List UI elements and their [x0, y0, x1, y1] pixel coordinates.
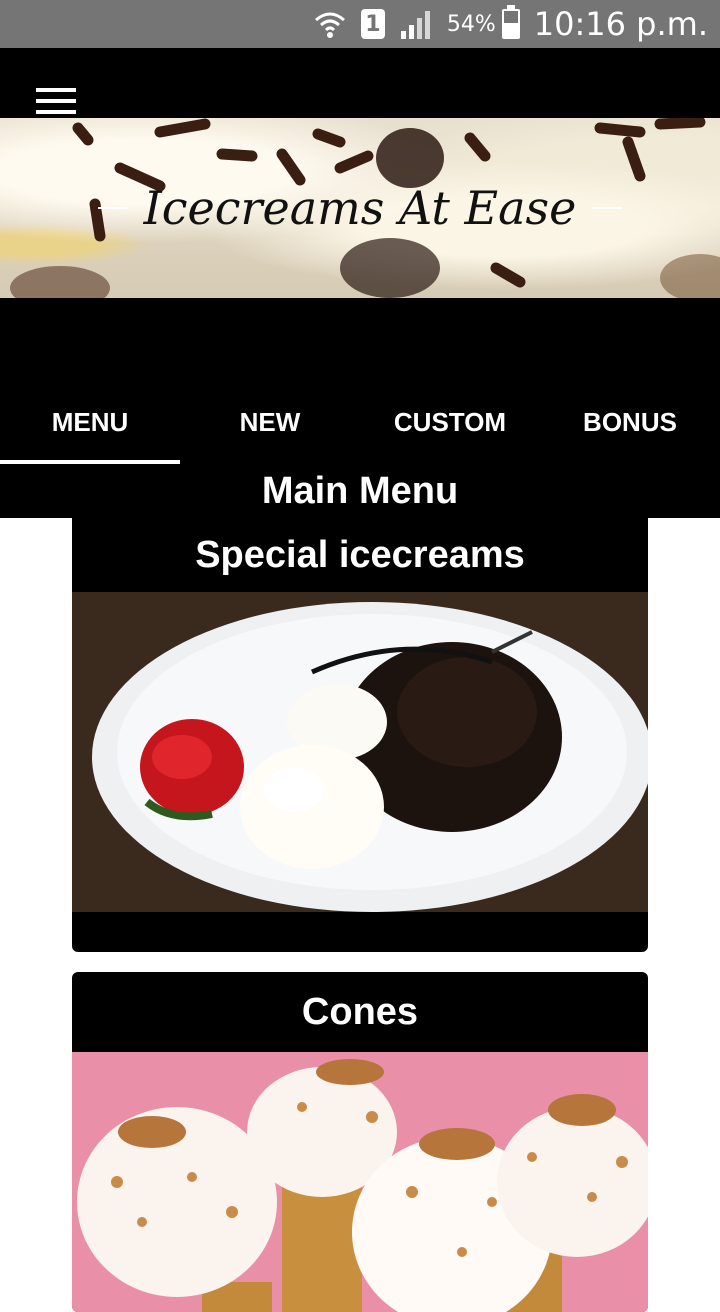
- card-title: Special icecreams: [195, 533, 525, 576]
- app-bar: [0, 48, 720, 118]
- battery-percent: 54%: [446, 11, 496, 37]
- section-title: Main Menu: [261, 470, 459, 512]
- cones-image: [72, 1052, 648, 1312]
- banner-title: Icecreams At Ease: [143, 181, 577, 235]
- tab-label: BONUS: [583, 406, 677, 437]
- card-title: Cones: [301, 990, 419, 1033]
- special-icecream-image: [72, 592, 648, 912]
- tab-menu[interactable]: MENU: [0, 380, 180, 464]
- sim-icon: 1: [360, 9, 385, 39]
- tab-label: NEW: [239, 406, 301, 437]
- tab-bonus[interactable]: BONUS: [540, 380, 720, 464]
- battery-fill: [503, 22, 518, 37]
- tab-label: MENU: [51, 406, 129, 437]
- header-banner: Icecreams At Ease: [0, 118, 720, 298]
- battery-icon: [501, 5, 520, 39]
- title-dash-left: [97, 207, 128, 209]
- tab-bar: MENU NEW CUSTOM BONUS: [0, 380, 720, 464]
- hamburger-menu-icon[interactable]: [36, 88, 76, 118]
- title-dash-right: [592, 207, 623, 209]
- card-cones[interactable]: Cones: [72, 972, 648, 1312]
- tab-custom[interactable]: CUSTOM: [360, 380, 540, 464]
- status-bar: 1 54% 10:16 p.m.: [0, 0, 720, 48]
- sim-label: 1: [365, 11, 381, 37]
- signal-icon: [399, 9, 433, 39]
- wifi-icon: [313, 7, 347, 41]
- tab-label: CUSTOM: [393, 406, 507, 437]
- clock: 10:16 p.m.: [533, 5, 708, 43]
- card-special-icecreams[interactable]: Special icecreams: [72, 518, 648, 952]
- tab-new[interactable]: NEW: [180, 380, 360, 464]
